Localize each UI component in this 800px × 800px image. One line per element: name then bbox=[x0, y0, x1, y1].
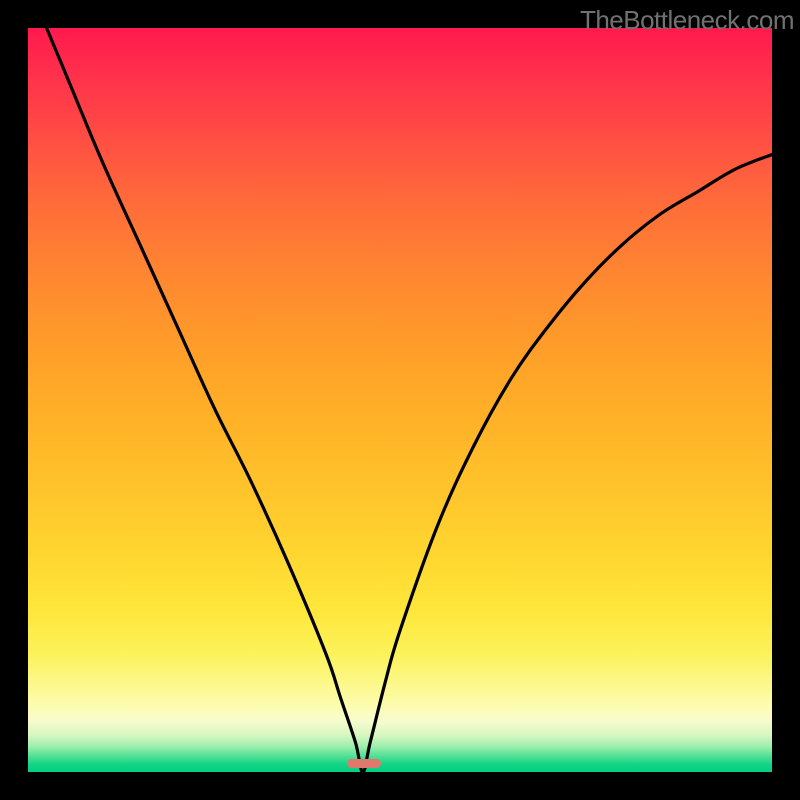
watermark-text: TheBottleneck.com bbox=[580, 5, 794, 36]
bottleneck-curve bbox=[28, 28, 772, 772]
chart-container: TheBottleneck.com bbox=[0, 0, 800, 800]
curve-svg bbox=[28, 28, 772, 772]
plot-area bbox=[28, 28, 772, 772]
optimal-marker bbox=[347, 759, 381, 769]
